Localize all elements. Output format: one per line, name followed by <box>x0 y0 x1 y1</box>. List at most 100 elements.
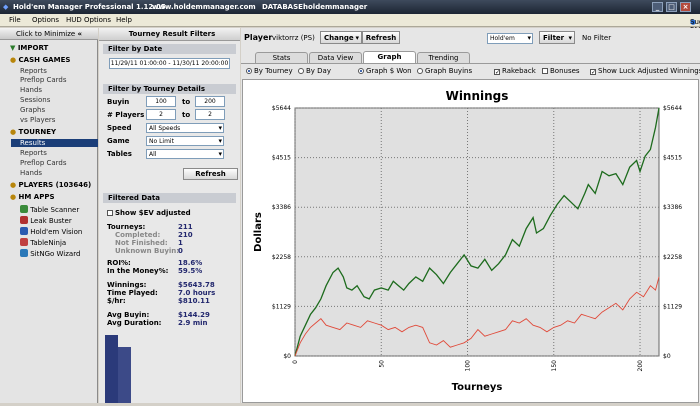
app-holdem-vision[interactable]: Hold'em Vision <box>20 227 82 236</box>
minimize-sidebar-button[interactable]: Click to Minimize « <box>0 28 98 40</box>
tab-graph[interactable]: Graph <box>363 51 416 63</box>
players-min-input[interactable]: 2 <box>146 109 176 120</box>
close-window-button[interactable]: × <box>680 2 691 12</box>
title-bar: ◆ Hold'em Manager Professional 1.12.05 w… <box>0 0 700 14</box>
cash-games-icon: ● <box>10 56 17 64</box>
sidebar-cash-games[interactable]: ● CASH GAMES <box>10 56 70 64</box>
sidebar-players[interactable]: ● PLAYERS (103646) <box>10 181 91 189</box>
y-axis-label: Dollars <box>253 212 264 252</box>
player-label: Player <box>244 33 273 42</box>
y-tick-label-left: $5644 <box>272 105 291 112</box>
y-tick-label-right: $1129 <box>663 303 682 310</box>
menu-options[interactable]: Options <box>32 16 59 24</box>
avg-buyin-label: Avg Buyin: <box>107 311 150 319</box>
graph-won-radio-icon <box>358 68 364 74</box>
x-tick-label: 100 <box>465 360 472 372</box>
itm-value: 59.5% <box>178 267 203 275</box>
buyin-min-input[interactable]: 100 <box>146 96 176 107</box>
rakeback-checkbox[interactable]: ✓ Rakeback <box>494 67 536 76</box>
tables-label: Tables <box>107 150 132 158</box>
menu-help[interactable]: Help <box>116 16 132 24</box>
buyin-max-input[interactable]: 200 <box>195 96 225 107</box>
filter-by-date-header: Filter by Date <box>103 44 236 54</box>
app-tableninja[interactable]: TableNinja <box>20 238 66 247</box>
sidebar-cash-preflop[interactable]: Preflop Cards <box>20 76 67 84</box>
app-table-scanner[interactable]: Table Scanner <box>20 205 79 214</box>
by-day-radio-icon <box>298 68 304 74</box>
minimize-window-button[interactable]: _ <box>652 2 663 12</box>
completed-label: Completed: <box>115 231 161 239</box>
player-refresh-button[interactable]: Refresh <box>362 31 400 44</box>
menu-file[interactable]: File <box>9 16 21 24</box>
menu-hud-options[interactable]: HUD Options <box>66 16 111 24</box>
filter-by-details-header: Filter by Tourney Details <box>103 84 236 94</box>
avg-duration-value: 2.9 min <box>178 319 208 327</box>
bonuses-checkbox[interactable]: Bonuses <box>542 67 580 75</box>
sidebar-tourney-hands[interactable]: Hands <box>20 169 42 177</box>
change-player-button[interactable]: Change ▾ <box>320 31 362 44</box>
maximize-window-button[interactable]: □ <box>666 2 677 12</box>
sidebar-tourney[interactable]: ● TOURNEY <box>10 128 56 136</box>
sidebar-import[interactable]: ▼ IMPORT <box>10 44 48 52</box>
by-tourney-radio-icon <box>246 68 252 74</box>
filter-value: No Filter <box>582 34 612 42</box>
mini-bar-1 <box>105 335 118 403</box>
show-ev-checkbox[interactable]: Show $EV adjusted <box>107 209 191 217</box>
sidebar-tourney-results[interactable]: Results <box>11 139 98 147</box>
tables-select[interactable]: All <box>146 149 224 159</box>
tab-stats[interactable]: Stats <box>255 52 308 63</box>
rakeback-check-icon: ✓ <box>494 69 501 76</box>
player-name: viktorrz (PS) <box>272 34 315 42</box>
app-leak-buster[interactable]: Leak Buster <box>20 216 72 225</box>
y-tick-label-left: $4515 <box>272 155 291 162</box>
app-title: Hold'em Manager Professional 1.12.05 <box>13 3 166 11</box>
by-day-radio[interactable]: By Day <box>298 67 331 75</box>
completed-value: 210 <box>178 231 193 239</box>
sidebar-cash-hands[interactable]: Hands <box>20 86 42 94</box>
graph-buyins-radio-icon <box>417 68 423 74</box>
sidebar-hm-apps[interactable]: ● HM APPS <box>10 193 55 201</box>
date-range-field[interactable]: 11/29/11 01:00:00 - 11/30/11 20:00:00 <box>109 58 230 69</box>
show-luck-checkbox[interactable]: ✓ Show Luck Adjusted Winnings <box>590 67 700 76</box>
winnings-chart: $0 $0 $1129 $1129 $2258 $2258 $3386 $3386 $4515 $… <box>242 79 699 403</box>
not-finished-value: 1 <box>178 239 183 247</box>
buyin-to-label: to <box>182 98 191 106</box>
hm-apps-icon: ● <box>10 193 17 201</box>
sidebar-tourney-reports[interactable]: Reports <box>20 149 47 157</box>
import-icon: ▼ <box>10 44 16 52</box>
game-type-select[interactable]: Hold'em <box>487 33 533 44</box>
tab-data-view[interactable]: Data View <box>309 52 362 63</box>
menu-bar: File Options HUD Options Help ● Suggeste… <box>0 14 700 34</box>
roi-value: 18.6% <box>178 259 203 267</box>
sidebar-cash-vs-players[interactable]: vs Players <box>20 116 55 124</box>
graph-buyins-radio[interactable]: Graph Buyins <box>417 67 472 75</box>
filter-button[interactable]: Filter ▾ <box>539 31 575 44</box>
database-name: holdemmanager <box>303 3 368 11</box>
by-tourney-radio[interactable]: By Tourney <box>246 67 293 75</box>
app-sitngo-wizard[interactable]: SitNGo Wizard <box>20 249 80 258</box>
plot-area <box>294 107 660 357</box>
speed-select[interactable]: All Speeds <box>146 123 224 133</box>
avg-buyin-value: $144.29 <box>178 311 210 319</box>
filter-refresh-button[interactable]: Refresh <box>183 168 238 180</box>
tab-trending[interactable]: Trending <box>417 52 470 63</box>
itm-label: In the Money%: <box>107 267 169 275</box>
graph-won-radio[interactable]: Graph $ Won <box>358 67 412 75</box>
filter-panel: Tourney Result Filters Filter by Date 11… <box>99 28 240 403</box>
x-tick-label: 200 <box>637 360 644 372</box>
game-select[interactable]: No Limit <box>146 136 224 146</box>
sidebar-tourney-preflop[interactable]: Preflop Cards <box>20 159 67 167</box>
sidebar: Click to Minimize « ▼ IMPORT ● CASH GAME… <box>0 28 98 403</box>
sidebar-cash-reports[interactable]: Reports <box>20 67 47 75</box>
players-max-input[interactable]: 2 <box>195 109 225 120</box>
leak-buster-icon <box>20 216 28 224</box>
sidebar-cash-graphs[interactable]: Graphs <box>20 106 45 114</box>
x-tick-label: 50 <box>378 360 385 368</box>
players-label: # Players <box>107 111 145 119</box>
speed-label: Speed <box>107 124 132 132</box>
tourneys-label: Tourneys: <box>107 223 146 231</box>
hourly-value: $810.11 <box>178 297 210 305</box>
sidebar-cash-sessions[interactable]: Sessions <box>20 96 50 104</box>
mini-bar-2 <box>118 347 131 403</box>
tableninja-icon <box>20 238 28 246</box>
